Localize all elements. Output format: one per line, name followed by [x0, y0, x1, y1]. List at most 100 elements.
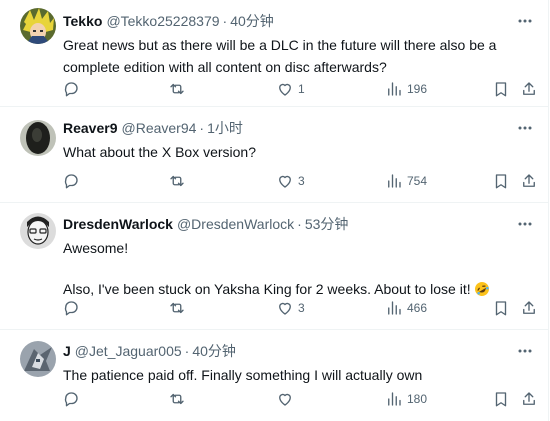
more-icon [518, 349, 532, 353]
reply-button[interactable] [62, 388, 80, 410]
like-count: 1 [298, 82, 305, 96]
bookmark-button[interactable] [492, 78, 510, 100]
views-chart-icon [388, 301, 401, 315]
repost-button[interactable] [168, 297, 186, 319]
reply-text: What about the X Box version? [63, 141, 537, 163]
rolling-on-floor-laughing-emoji-icon [474, 282, 489, 296]
reply-card[interactable]: J @Jet_Jaguar005 · 40分钟 The patience paid o… [0, 330, 549, 421]
heart-icon [279, 175, 291, 188]
more-icon [518, 126, 532, 130]
reply-header: Reaver9 @Reaver94 · 1小时 [63, 119, 539, 137]
more-options-button[interactable] [515, 343, 535, 359]
sketch-portrait-avatar-icon [20, 213, 56, 249]
like-button[interactable]: 3 [276, 170, 305, 192]
separator-dot: · [222, 13, 228, 29]
action-bar: 3 466 [0, 297, 549, 319]
share-button[interactable] [520, 78, 538, 100]
repost-button[interactable] [168, 388, 186, 410]
user-handle[interactable]: @DresdenWarlock [177, 216, 294, 232]
reply-icon [64, 174, 78, 189]
reply-text: The patience paid off. Finally something… [63, 364, 537, 386]
more-options-button[interactable] [515, 216, 535, 232]
timestamp[interactable]: 40分钟 [192, 343, 236, 359]
like-button[interactable]: 3 [276, 297, 305, 319]
reply-text: Great news but as there will be a DLC in… [63, 34, 537, 78]
avatar[interactable] [20, 341, 56, 377]
avatar[interactable] [20, 213, 56, 249]
reply-icon [64, 301, 78, 316]
repost-icon [170, 83, 184, 95]
like-count: 3 [298, 301, 305, 315]
display-name[interactable]: DresdenWarlock [63, 216, 173, 232]
timestamp[interactable]: 53分钟 [305, 216, 349, 232]
bookmark-button[interactable] [492, 170, 510, 192]
anime-character-avatar-icon [20, 8, 56, 44]
display-name[interactable]: J [63, 343, 71, 359]
view-count: 466 [407, 301, 428, 315]
display-name[interactable]: Reaver9 [63, 120, 118, 136]
reply-header: Tekko @Tekko25228379 · 40分钟 [63, 12, 539, 30]
views-button[interactable]: 180 [385, 388, 427, 410]
share-button[interactable] [520, 297, 538, 319]
repost-icon [170, 302, 184, 314]
reply-icon [64, 82, 78, 97]
repost-icon [170, 393, 184, 405]
more-options-button[interactable] [515, 13, 535, 29]
reply-icon [64, 392, 78, 407]
action-bar: 180 [0, 388, 549, 410]
reply-text-line: Great news but as there will be a DLC in… [63, 37, 497, 75]
reply-button[interactable] [62, 170, 80, 192]
like-count: 3 [298, 174, 305, 188]
heart-icon [279, 302, 291, 315]
display-name[interactable]: Tekko [63, 13, 102, 29]
repost-icon [170, 175, 184, 187]
reply-card[interactable]: DresdenWarlock @DresdenWarlock · 53分钟 Aweso… [0, 203, 549, 330]
view-count: 180 [407, 392, 428, 406]
share-icon [523, 301, 535, 314]
reply-text-line: What about the X Box version? [63, 144, 256, 160]
view-count: 196 [407, 82, 428, 96]
reply-text-segment: Also, I've been stuck on Yaksha King for… [63, 281, 471, 297]
views-button[interactable]: 196 [385, 78, 427, 100]
reply-button[interactable] [62, 78, 80, 100]
dark-portrait-avatar-icon [20, 120, 56, 156]
share-icon [523, 82, 535, 95]
heart-icon [279, 393, 291, 406]
avatar[interactable] [20, 8, 56, 44]
reply-text-line: Awesome! [63, 240, 129, 256]
separator-dot: · [199, 120, 205, 136]
reply-card[interactable]: Tekko @Tekko25228379 · 40分钟 Great news but … [0, 0, 549, 107]
more-icon [518, 222, 532, 226]
views-button[interactable]: 466 [385, 297, 427, 319]
avatar[interactable] [20, 120, 56, 156]
action-bar: 3 754 [0, 170, 549, 192]
views-button[interactable]: 754 [385, 170, 427, 192]
share-button[interactable] [520, 388, 538, 410]
bookmark-button[interactable] [492, 388, 510, 410]
more-options-button[interactable] [515, 120, 535, 136]
bookmark-button[interactable] [492, 297, 510, 319]
user-handle[interactable]: @Tekko25228379 [106, 13, 219, 29]
heart-icon [279, 83, 291, 96]
repost-button[interactable] [168, 170, 186, 192]
share-icon [523, 392, 535, 405]
more-icon [518, 19, 532, 23]
reply-text: Awesome! Also, I've been stuck on Yaksha… [63, 237, 537, 300]
like-button[interactable]: 1 [276, 78, 305, 100]
reply-header: J @Jet_Jaguar005 · 40分钟 [63, 342, 539, 360]
reply-header: DresdenWarlock @DresdenWarlock · 53分钟 [63, 215, 539, 233]
bookmark-icon [495, 301, 507, 316]
reply-card[interactable]: Reaver9 @Reaver94 · 1小时 What about the X Bo… [0, 107, 549, 203]
mecha-avatar-icon [20, 341, 56, 377]
like-button[interactable] [276, 388, 298, 410]
timestamp[interactable]: 40分钟 [230, 13, 274, 29]
bookmark-icon [495, 174, 507, 189]
timestamp[interactable]: 1小时 [207, 120, 243, 136]
user-handle[interactable]: @Reaver94 [122, 120, 197, 136]
user-handle[interactable]: @Jet_Jaguar005 [75, 343, 182, 359]
separator-dot: · [184, 343, 190, 359]
share-icon [523, 174, 535, 187]
reply-button[interactable] [62, 297, 80, 319]
repost-button[interactable] [168, 78, 186, 100]
share-button[interactable] [520, 170, 538, 192]
